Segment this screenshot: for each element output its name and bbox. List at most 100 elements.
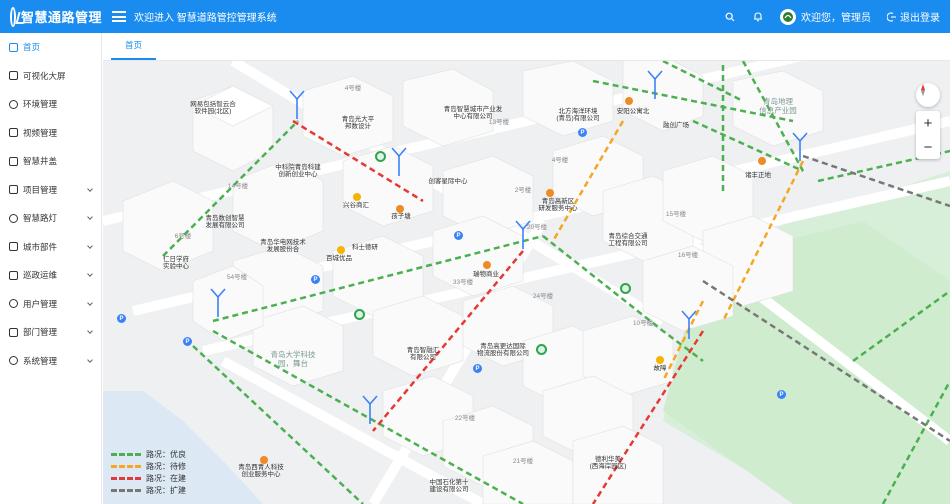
map-label[interactable]: 融创广场 [663, 122, 689, 129]
turbine-icon[interactable] [791, 131, 809, 161]
building-number: 14号楼 [227, 183, 249, 190]
map-label: 青岛地理 信息产业园 [759, 97, 797, 115]
map-label[interactable]: 兴谷商汇 [343, 202, 369, 209]
logo-icon [10, 6, 16, 27]
app-logo[interactable]: 智慧通路管理 [0, 6, 102, 27]
legend-label: 路况：优良 [146, 449, 186, 459]
legend-swatch [111, 464, 141, 468]
map-label[interactable]: 创客星际中心 [429, 178, 468, 185]
map-label[interactable]: 中国石化第十 建设有限公司 [430, 479, 469, 494]
parking-icon[interactable]: P [777, 390, 786, 399]
sidebar-item-city-parts[interactable]: 城市部件 [0, 233, 101, 262]
map-label[interactable]: 青岛西青人科技 创业服务中心 [238, 464, 284, 479]
map-label[interactable]: 青岛华电网技术 发展股份合 [260, 239, 306, 254]
bell-icon[interactable] [752, 11, 764, 23]
map-label[interactable]: 孩子塘 [391, 213, 411, 220]
sidebar-item-maintenance[interactable]: 巡政运维 [0, 261, 101, 290]
avatar [780, 8, 796, 25]
map-label[interactable]: 诸丰正地 [745, 172, 771, 179]
restaurant-icon[interactable] [546, 189, 554, 197]
sidebar-item-label: 城市部件 [23, 241, 58, 252]
restaurant-icon[interactable] [396, 205, 404, 213]
sidebar-nav: 首页 可视化大屏 环境管理 视频管理 智慧井盖 项目管理 智慧路灯 城市部件 巡… [0, 33, 102, 504]
turbine-icon[interactable] [209, 287, 227, 317]
user-greeting: 欢迎您，管理员 [801, 13, 871, 24]
manhole-icon[interactable] [354, 309, 365, 320]
parking-icon[interactable]: P [473, 364, 482, 373]
manhole-icon [9, 156, 18, 166]
chevron-down-icon [87, 356, 93, 363]
map-label[interactable]: 青岛高新区 研发服务中心 [539, 198, 578, 213]
restaurant-icon[interactable] [625, 97, 633, 105]
zoom-control: + − [916, 111, 940, 159]
map-canvas[interactable]: 网易包括智云合 软件园(北区) 青岛光大平 邦数设计 青岛智慧城市产业发 中心有限公司… [103, 61, 950, 504]
sidebar-item-video[interactable]: 视频管理 [0, 119, 101, 148]
map-label[interactable]: 中科院青岛科建 创新创业中心 [275, 164, 321, 179]
parking-icon[interactable]: P [117, 314, 126, 323]
sidebar-item-project[interactable]: 项目管理 [0, 176, 101, 205]
compass-button[interactable] [916, 83, 940, 107]
map-label[interactable]: 安阳公寓北 [617, 108, 650, 115]
map-label[interactable]: 青岛光大平 邦数设计 [342, 116, 375, 131]
sidebar-item-dashboard[interactable]: 可视化大屏 [0, 62, 101, 91]
manhole-icon[interactable] [620, 283, 631, 294]
parking-icon[interactable]: P [578, 128, 587, 137]
map-label[interactable]: 百城优品 [326, 255, 352, 262]
map-label[interactable]: 北方海洋环境 (青岛)有限公司 [556, 108, 599, 123]
app-title: 智慧通路管理 [20, 10, 102, 25]
shop-icon[interactable] [656, 356, 664, 364]
building-number: 6号楼 [174, 233, 192, 240]
tab-home[interactable]: 首页 [111, 39, 157, 60]
turbine-icon[interactable] [361, 394, 379, 424]
sidebar-item-department[interactable]: 部门管理 [0, 318, 101, 347]
shop-icon[interactable] [337, 246, 345, 254]
map-label[interactable]: 青岛数创智慧 发展有限公司 [206, 215, 245, 230]
building-number: 33号楼 [452, 279, 474, 286]
parking-icon[interactable]: P [454, 231, 463, 240]
zoom-in-button[interactable]: + [916, 111, 940, 135]
building-number: 15号楼 [665, 211, 687, 218]
user-menu[interactable]: 欢迎您，管理员 [780, 8, 871, 25]
turbine-icon[interactable] [680, 309, 698, 339]
restaurant-icon[interactable] [758, 157, 766, 165]
turbine-icon[interactable] [390, 146, 408, 176]
manhole-icon[interactable] [375, 151, 386, 162]
map-label[interactable]: 青岛高更达国际 物流股份有限公司 [477, 343, 529, 358]
map-label[interactable]: 故障 [654, 365, 667, 372]
settings-icon [9, 356, 18, 366]
building-number: 24号楼 [532, 293, 554, 300]
parking-icon[interactable]: P [311, 275, 320, 284]
sidebar-item-label: 用户管理 [23, 298, 58, 309]
map-label[interactable]: 青岛综合交通 工程有限公司 [609, 233, 648, 248]
restaurant-icon[interactable] [483, 261, 491, 269]
restaurant-icon[interactable] [260, 456, 268, 464]
building-number: 10号楼 [632, 320, 654, 327]
turbine-icon[interactable] [646, 69, 664, 99]
map-label[interactable]: 仁日学府 实验中心 [163, 256, 189, 271]
sidebar-item-label: 智慧井盖 [23, 156, 58, 167]
zoom-out-button[interactable]: − [916, 135, 940, 159]
turbine-icon[interactable] [514, 219, 532, 249]
map-label[interactable]: 青岛智融汇 有限公司 [407, 347, 440, 362]
turbine-icon[interactable] [288, 89, 306, 119]
map-label[interactable]: 科士德研 [352, 244, 378, 251]
map-label[interactable]: 德利华美 (西海岸园区) [590, 456, 627, 471]
parking-icon[interactable]: P [183, 337, 192, 346]
sidebar-item-lamp[interactable]: 智慧路灯 [0, 204, 101, 233]
sidebar-item-home[interactable]: 首页 [0, 33, 101, 62]
chevron-down-icon [87, 299, 93, 306]
logout-button[interactable]: 退出登录 [887, 9, 940, 24]
sidebar-item-users[interactable]: 用户管理 [0, 290, 101, 319]
menu-toggle-button[interactable] [112, 11, 126, 22]
sidebar-item-environment[interactable]: 环境管理 [0, 90, 101, 119]
building-number: 54号楼 [226, 274, 248, 281]
search-icon[interactable] [724, 11, 736, 23]
sidebar-item-system[interactable]: 系统管理 [0, 347, 101, 376]
sidebar-item-manhole[interactable]: 智慧井盖 [0, 147, 101, 176]
map-label[interactable]: 网易包括智云合 软件园(北区) [190, 101, 236, 116]
city-parts-icon [9, 242, 18, 252]
sidebar-item-label: 项目管理 [23, 184, 58, 195]
shop-icon[interactable] [353, 193, 361, 201]
map-label[interactable]: 瑞物商业 [473, 271, 499, 278]
manhole-icon[interactable] [536, 344, 547, 355]
